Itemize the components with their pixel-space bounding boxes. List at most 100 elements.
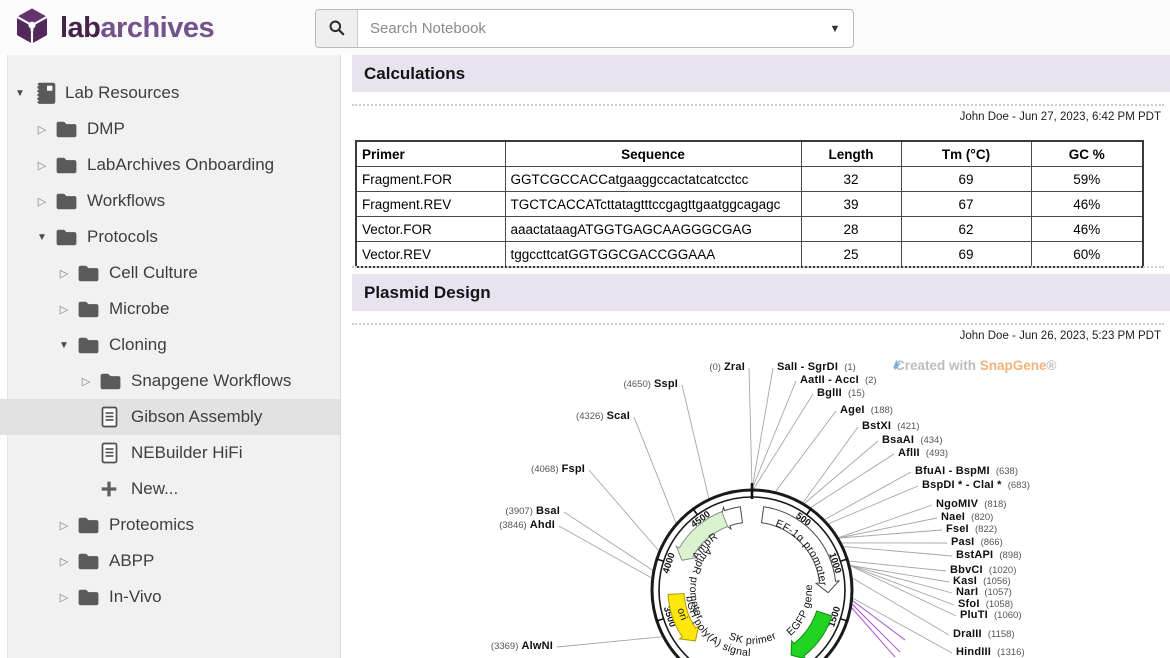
doc-icon xyxy=(98,441,128,465)
notebook-search: ▼ xyxy=(315,9,854,48)
caret-collapsed-icon[interactable]: ▷ xyxy=(52,303,76,316)
caret-collapsed-icon[interactable]: ▷ xyxy=(30,159,54,172)
sidebar-item-label: ABPP xyxy=(109,551,154,571)
folder-icon xyxy=(76,513,106,538)
section-title: Plasmid Design xyxy=(352,283,491,303)
callout-line xyxy=(825,472,911,519)
caret-collapsed-icon[interactable]: ▷ xyxy=(52,519,76,532)
entry-divider xyxy=(352,266,1164,268)
sidebar-item-label: Workflows xyxy=(87,191,165,211)
callout-line xyxy=(589,470,658,551)
search-options-dropdown[interactable]: ▼ xyxy=(817,10,853,47)
primer-value: 46% xyxy=(1031,217,1143,242)
folder-icon xyxy=(98,369,128,394)
primer-name: Fragment.REV xyxy=(356,192,505,217)
sidebar-item-label: Proteomics xyxy=(109,515,194,535)
caret-expanded-icon[interactable]: ▼ xyxy=(8,88,32,99)
sidebar-item-nebuilder-hifi[interactable]: NEBuilder HiFi xyxy=(0,435,340,471)
callout-line xyxy=(754,394,813,489)
sidebar-item-label: Cloning xyxy=(109,335,167,355)
caret-collapsed-icon[interactable]: ▷ xyxy=(74,375,98,388)
table-row: Fragment.REVTGCTCACCATcttatagtttccgagttg… xyxy=(356,192,1143,217)
sidebar-item-dmp[interactable]: ▷DMP xyxy=(0,111,340,147)
search-button[interactable] xyxy=(316,10,358,47)
enzyme-site-draiii: DraIII (1158) xyxy=(953,628,1015,641)
folder-icon xyxy=(76,333,106,358)
notebook-icon xyxy=(32,80,62,106)
section-header-calculations: Calculations xyxy=(352,55,1170,92)
caret-collapsed-icon[interactable]: ▷ xyxy=(52,555,76,568)
plasmid-map: 50010001500350040004500AmpR promoterEF-1… xyxy=(430,350,1170,658)
column-header: Sequence xyxy=(505,141,801,167)
caret-collapsed-icon[interactable]: ▷ xyxy=(52,267,76,280)
folder-icon xyxy=(54,225,84,250)
enzyme-site-bspdi-clai: BspDI * - ClaI * (683) xyxy=(922,479,1030,492)
sidebar-item-labarchives-onboarding[interactable]: ▷LabArchives Onboarding xyxy=(0,147,340,183)
entry-divider xyxy=(352,323,1164,325)
primer-value: 25 xyxy=(801,242,901,268)
primer-value: 69 xyxy=(901,242,1031,268)
folder-icon xyxy=(76,585,106,610)
sidebar-item-workflows[interactable]: ▷ Workflows xyxy=(0,183,340,219)
enzyme-site-fsei: FseI (822) xyxy=(946,523,997,536)
table-row: Vector.REVtggccttcatGGTGGCGACCGGAAA25696… xyxy=(356,242,1143,268)
folder-icon xyxy=(76,297,106,322)
table-row: Fragment.FORGGTCGCCACCatgaaggccactatcatc… xyxy=(356,167,1143,192)
primer-value: 59% xyxy=(1031,167,1143,192)
folder-icon xyxy=(54,117,84,142)
enzyme-site-sspi: (4650) SspI xyxy=(623,378,678,391)
sidebar-item-label: Cell Culture xyxy=(109,263,198,283)
primer-sequence: TGCTCACCATcttatagtttccgagttgaatggcagagc xyxy=(505,192,801,217)
search-input[interactable] xyxy=(358,10,817,47)
primer-value: 46% xyxy=(1031,192,1143,217)
sidebar-item-in-vivo[interactable]: ▷ In-Vivo xyxy=(0,579,340,615)
plus-icon xyxy=(98,478,128,500)
sidebar-item-cloning[interactable]: ▼ Cloning xyxy=(0,327,340,363)
sidebar-item-label: NEBuilder HiFi xyxy=(131,443,242,463)
column-header: Tm (°C) xyxy=(901,141,1031,167)
sidebar-item-proteomics[interactable]: ▷ Proteomics xyxy=(0,507,340,543)
caret-expanded-icon[interactable]: ▼ xyxy=(52,340,76,351)
sidebar-item-microbe[interactable]: ▷Microbe xyxy=(0,291,340,327)
sidebar-item-cell-culture[interactable]: ▷ Cell Culture xyxy=(0,255,340,291)
sidebar-item-abpp[interactable]: ▷ ABPP xyxy=(0,543,340,579)
doc-icon xyxy=(98,405,128,429)
labarchives-logo[interactable]: labarchives xyxy=(12,6,214,51)
callout-line xyxy=(557,637,662,647)
enzyme-site-bfuai-bspmi: BfuAI - BspMI (638) xyxy=(915,465,1018,478)
column-header: Length xyxy=(801,141,901,167)
table-row: Vector.FORaaactataagATGGTGAGCAAGGGCGAG28… xyxy=(356,217,1143,242)
primer-value: 39 xyxy=(801,192,901,217)
sidebar-item-new[interactable]: New... xyxy=(0,471,340,507)
sidebar-item-snapgene-workflows[interactable]: ▷ Snapgene Workflows xyxy=(0,363,340,399)
primer-sequence: tggccttcatGGTGGCGACCGGAAA xyxy=(505,242,801,268)
enzyme-site-bglii: BglII (15) xyxy=(817,387,865,400)
callout-line xyxy=(839,530,942,538)
enzyme-site-aflii: AflII (493) xyxy=(898,447,948,460)
primer-value: 67 xyxy=(901,192,1031,217)
callout-line xyxy=(844,547,952,556)
enzyme-site-scai: (4326) ScaI xyxy=(576,410,630,423)
sidebar-item-label: Protocols xyxy=(87,227,158,247)
caret-collapsed-icon[interactable]: ▷ xyxy=(52,591,76,604)
callout-line xyxy=(559,526,651,578)
callout-line xyxy=(634,417,676,523)
primer-value: 69 xyxy=(901,167,1031,192)
sidebar-item-label: In-Vivo xyxy=(109,587,162,607)
sidebar-item-gibson-assembly[interactable]: Gibson Assembly xyxy=(0,399,340,435)
primer-sequence: aaactataagATGGTGAGCAAGGGCGAG xyxy=(505,217,801,242)
caret-expanded-icon[interactable]: ▼ xyxy=(30,232,54,243)
sidebar-item-label: Snapgene Workflows xyxy=(131,371,291,391)
callout-line xyxy=(776,411,836,491)
enzyme-site-zrai: (0) ZraI xyxy=(709,361,745,374)
caret-collapsed-icon[interactable]: ▷ xyxy=(30,123,54,136)
primer-value: 28 xyxy=(801,217,901,242)
primer-value: 62 xyxy=(901,217,1031,242)
callout-line xyxy=(829,486,918,524)
sidebar-item-protocols[interactable]: ▼ Protocols xyxy=(0,219,340,255)
enzyme-site-agei: AgeI (188) xyxy=(840,404,893,417)
primer-value: 32 xyxy=(801,167,901,192)
page-content: Calculations John Doe - Jun 27, 2023, 6:… xyxy=(341,55,1170,658)
caret-collapsed-icon[interactable]: ▷ xyxy=(30,195,54,208)
sidebar-item-lab-resources[interactable]: ▼Lab Resources xyxy=(0,75,340,111)
